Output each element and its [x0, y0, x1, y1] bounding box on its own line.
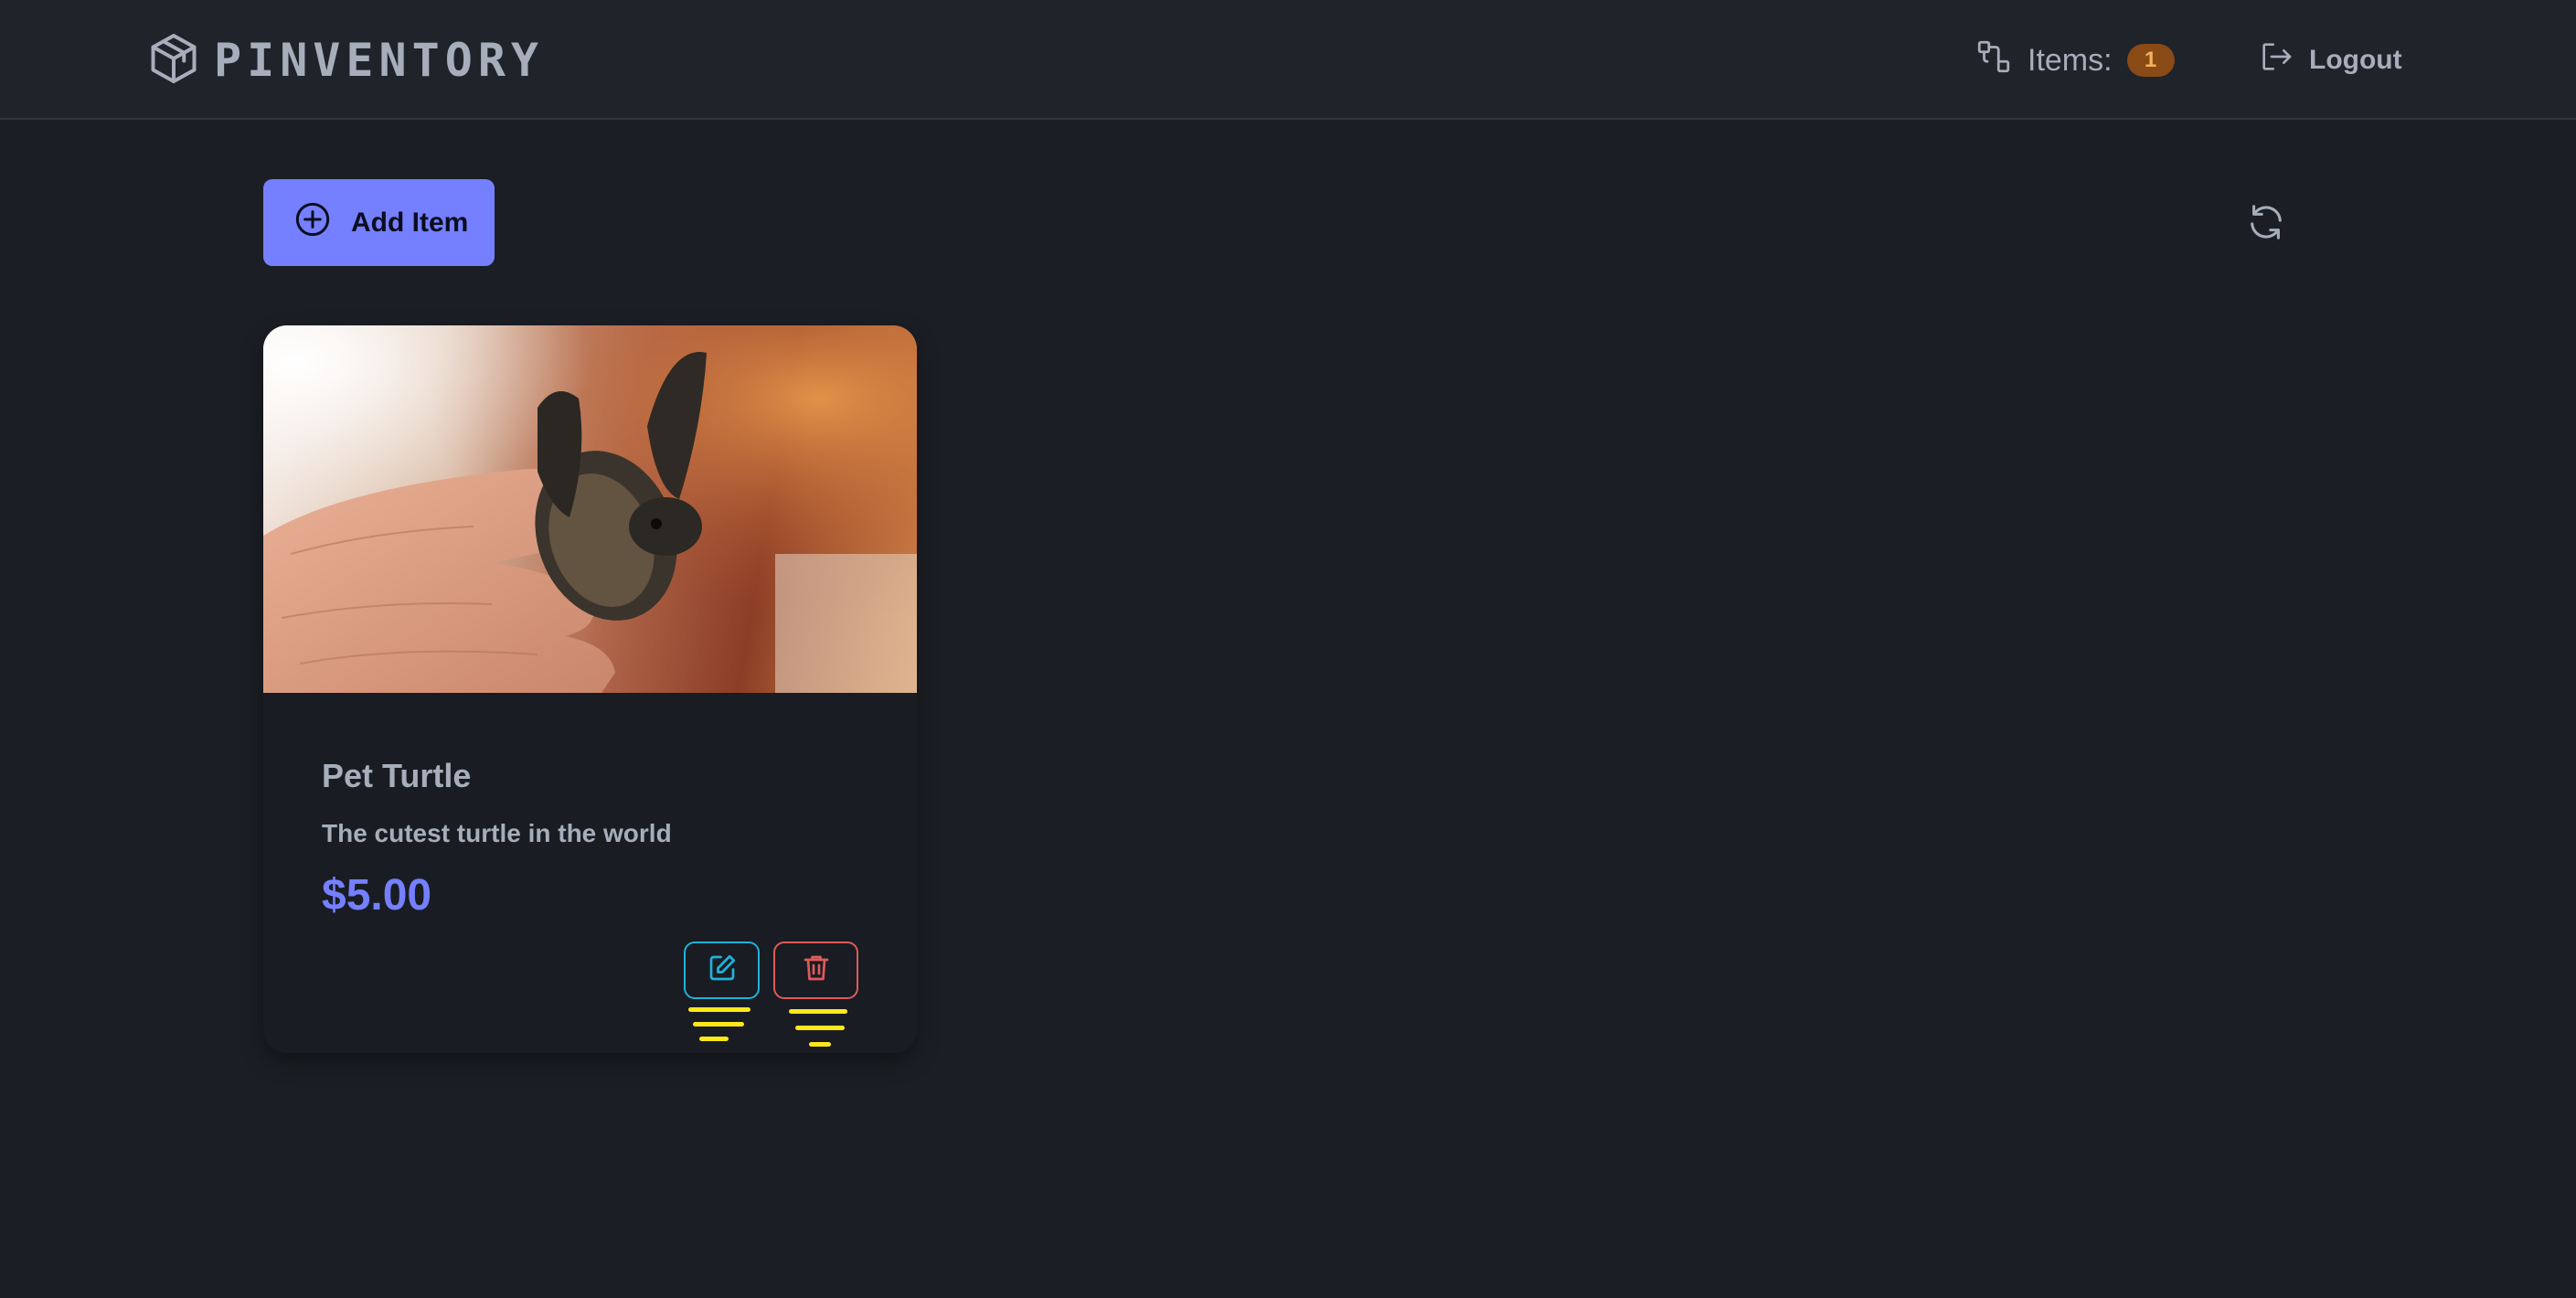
refresh-icon: [2245, 205, 2287, 247]
refresh-button[interactable]: [2245, 201, 2287, 243]
item-price: $5.00: [322, 871, 432, 920]
edit-highlight-mark: [693, 1022, 744, 1027]
logout-button[interactable]: Logout: [2258, 37, 2402, 84]
trash-icon: [800, 952, 833, 989]
items-icon: [1975, 37, 2013, 84]
items-counter: Items: 1: [1975, 37, 2175, 84]
plus-circle-icon: [294, 201, 331, 245]
box-icon: [146, 31, 201, 90]
delete-highlight-mark: [809, 1042, 831, 1047]
add-item-label: Add Item: [351, 207, 469, 238]
brand[interactable]: PINVENTORY: [146, 31, 544, 90]
edit-item-button[interactable]: [684, 942, 760, 999]
delete-highlight-mark: [795, 1026, 845, 1030]
items-label: Items:: [2028, 42, 2113, 78]
edit-icon: [706, 952, 739, 989]
item-title: Pet Turtle: [322, 757, 472, 794]
logout-label: Logout: [2309, 45, 2402, 75]
delete-highlight-mark: [789, 1009, 847, 1014]
add-item-button[interactable]: Add Item: [263, 179, 495, 266]
item-image: [263, 325, 917, 693]
items-count-badge: 1: [2126, 44, 2175, 77]
edit-highlight-mark: [699, 1037, 729, 1041]
edit-highlight-mark: [688, 1007, 750, 1012]
brand-name: PINVENTORY: [214, 34, 545, 87]
item-description: The cutest turtle in the world: [322, 819, 672, 847]
delete-item-button[interactable]: [773, 942, 858, 999]
navbar: PINVENTORY Items: 1 Logout: [0, 0, 2576, 120]
logout-icon: [2258, 38, 2294, 82]
item-card: Pet Turtle The cutest turtle in the worl…: [263, 325, 917, 1053]
